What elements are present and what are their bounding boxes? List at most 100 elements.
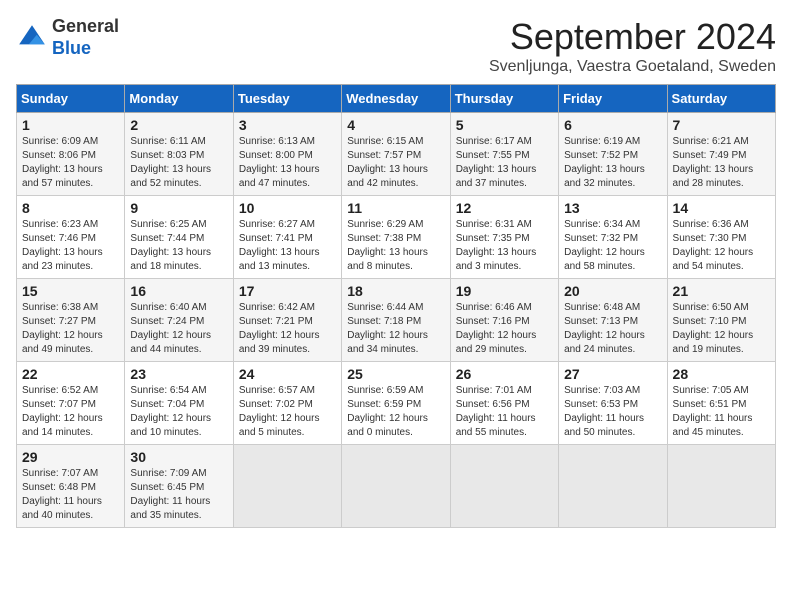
calendar-cell (233, 445, 341, 528)
day-info: Sunrise: 6:29 AM Sunset: 7:38 PM Dayligh… (347, 218, 444, 274)
sunset-label: Sunset: 7:21 PM (239, 316, 313, 327)
day-info: Sunrise: 7:05 AM Sunset: 6:51 PM Dayligh… (673, 384, 770, 440)
day-info: Sunrise: 7:01 AM Sunset: 6:56 PM Dayligh… (456, 384, 553, 440)
day-number: 18 (347, 283, 444, 299)
daylight-label: Daylight: 12 hours and 34 minutes. (347, 330, 428, 355)
sunset-label: Sunset: 7:04 PM (130, 399, 204, 410)
sunrise-label: Sunrise: 6:38 AM (22, 302, 98, 313)
day-info: Sunrise: 6:38 AM Sunset: 7:27 PM Dayligh… (22, 301, 119, 357)
sunset-label: Sunset: 7:32 PM (564, 233, 638, 244)
sunset-label: Sunset: 7:16 PM (456, 316, 530, 327)
day-number: 5 (456, 117, 553, 133)
sunset-label: Sunset: 6:51 PM (673, 399, 747, 410)
title-area: September 2024 Svenljunga, Vaestra Goeta… (489, 16, 776, 76)
sunset-label: Sunset: 7:10 PM (673, 316, 747, 327)
calendar-cell: 24 Sunrise: 6:57 AM Sunset: 7:02 PM Dayl… (233, 362, 341, 445)
day-number: 28 (673, 366, 770, 382)
daylight-label: Daylight: 13 hours and 37 minutes. (456, 164, 537, 189)
day-number: 29 (22, 449, 119, 465)
day-number: 27 (564, 366, 661, 382)
sunrise-label: Sunrise: 6:52 AM (22, 385, 98, 396)
day-number: 4 (347, 117, 444, 133)
calendar-cell: 20 Sunrise: 6:48 AM Sunset: 7:13 PM Dayl… (559, 279, 667, 362)
logo-text: General Blue (52, 16, 119, 59)
sunset-label: Sunset: 7:41 PM (239, 233, 313, 244)
calendar-table: SundayMondayTuesdayWednesdayThursdayFrid… (16, 84, 776, 528)
sunset-label: Sunset: 7:55 PM (456, 150, 530, 161)
calendar-body: 1 Sunrise: 6:09 AM Sunset: 8:06 PM Dayli… (17, 113, 776, 528)
day-number: 2 (130, 117, 227, 133)
daylight-label: Daylight: 12 hours and 44 minutes. (130, 330, 211, 355)
daylight-label: Daylight: 13 hours and 3 minutes. (456, 247, 537, 272)
calendar-cell: 23 Sunrise: 6:54 AM Sunset: 7:04 PM Dayl… (125, 362, 233, 445)
daylight-label: Daylight: 13 hours and 28 minutes. (673, 164, 754, 189)
daylight-label: Daylight: 12 hours and 58 minutes. (564, 247, 645, 272)
day-number: 20 (564, 283, 661, 299)
daylight-label: Daylight: 13 hours and 8 minutes. (347, 247, 428, 272)
calendar-cell: 9 Sunrise: 6:25 AM Sunset: 7:44 PM Dayli… (125, 196, 233, 279)
day-info: Sunrise: 6:19 AM Sunset: 7:52 PM Dayligh… (564, 135, 661, 191)
day-number: 9 (130, 200, 227, 216)
logo-icon (16, 22, 48, 54)
day-number: 12 (456, 200, 553, 216)
daylight-label: Daylight: 12 hours and 49 minutes. (22, 330, 103, 355)
logo: General Blue (16, 16, 119, 59)
daylight-label: Daylight: 11 hours and 40 minutes. (22, 496, 102, 521)
calendar-cell (559, 445, 667, 528)
weekday-header-monday: Monday (125, 85, 233, 113)
calendar-cell (450, 445, 558, 528)
weekday-header-friday: Friday (559, 85, 667, 113)
calendar-cell: 15 Sunrise: 6:38 AM Sunset: 7:27 PM Dayl… (17, 279, 125, 362)
day-number: 30 (130, 449, 227, 465)
calendar-week-3: 15 Sunrise: 6:38 AM Sunset: 7:27 PM Dayl… (17, 279, 776, 362)
daylight-label: Daylight: 11 hours and 55 minutes. (456, 413, 536, 438)
daylight-label: Daylight: 13 hours and 42 minutes. (347, 164, 428, 189)
sunset-label: Sunset: 6:56 PM (456, 399, 530, 410)
day-number: 19 (456, 283, 553, 299)
calendar-week-5: 29 Sunrise: 7:07 AM Sunset: 6:48 PM Dayl… (17, 445, 776, 528)
sunrise-label: Sunrise: 7:03 AM (564, 385, 640, 396)
calendar-cell: 7 Sunrise: 6:21 AM Sunset: 7:49 PM Dayli… (667, 113, 775, 196)
day-number: 8 (22, 200, 119, 216)
sunset-label: Sunset: 6:45 PM (130, 482, 204, 493)
sunrise-label: Sunrise: 6:46 AM (456, 302, 532, 313)
calendar-cell: 22 Sunrise: 6:52 AM Sunset: 7:07 PM Dayl… (17, 362, 125, 445)
calendar-cell: 5 Sunrise: 6:17 AM Sunset: 7:55 PM Dayli… (450, 113, 558, 196)
calendar-cell: 28 Sunrise: 7:05 AM Sunset: 6:51 PM Dayl… (667, 362, 775, 445)
sunset-label: Sunset: 7:52 PM (564, 150, 638, 161)
calendar-cell: 4 Sunrise: 6:15 AM Sunset: 7:57 PM Dayli… (342, 113, 450, 196)
sunset-label: Sunset: 7:27 PM (22, 316, 96, 327)
day-number: 10 (239, 200, 336, 216)
sunrise-label: Sunrise: 6:25 AM (130, 219, 206, 230)
calendar-cell (667, 445, 775, 528)
calendar-cell: 26 Sunrise: 7:01 AM Sunset: 6:56 PM Dayl… (450, 362, 558, 445)
day-number: 23 (130, 366, 227, 382)
day-info: Sunrise: 6:13 AM Sunset: 8:00 PM Dayligh… (239, 135, 336, 191)
sunrise-label: Sunrise: 6:54 AM (130, 385, 206, 396)
location-title: Svenljunga, Vaestra Goetaland, Sweden (489, 58, 776, 76)
day-number: 14 (673, 200, 770, 216)
daylight-label: Daylight: 13 hours and 52 minutes. (130, 164, 211, 189)
sunset-label: Sunset: 6:53 PM (564, 399, 638, 410)
sunrise-label: Sunrise: 6:19 AM (564, 136, 640, 147)
sunrise-label: Sunrise: 6:59 AM (347, 385, 423, 396)
sunset-label: Sunset: 7:38 PM (347, 233, 421, 244)
daylight-label: Daylight: 13 hours and 57 minutes. (22, 164, 103, 189)
sunset-label: Sunset: 7:49 PM (673, 150, 747, 161)
sunrise-label: Sunrise: 6:36 AM (673, 219, 749, 230)
sunset-label: Sunset: 7:02 PM (239, 399, 313, 410)
weekday-header-sunday: Sunday (17, 85, 125, 113)
day-number: 6 (564, 117, 661, 133)
sunrise-label: Sunrise: 7:09 AM (130, 468, 206, 479)
daylight-label: Daylight: 12 hours and 39 minutes. (239, 330, 320, 355)
sunrise-label: Sunrise: 6:27 AM (239, 219, 315, 230)
daylight-label: Daylight: 12 hours and 19 minutes. (673, 330, 754, 355)
sunrise-label: Sunrise: 6:29 AM (347, 219, 423, 230)
daylight-label: Daylight: 13 hours and 32 minutes. (564, 164, 645, 189)
sunset-label: Sunset: 7:18 PM (347, 316, 421, 327)
day-info: Sunrise: 6:17 AM Sunset: 7:55 PM Dayligh… (456, 135, 553, 191)
day-info: Sunrise: 6:25 AM Sunset: 7:44 PM Dayligh… (130, 218, 227, 274)
day-info: Sunrise: 6:31 AM Sunset: 7:35 PM Dayligh… (456, 218, 553, 274)
day-info: Sunrise: 6:54 AM Sunset: 7:04 PM Dayligh… (130, 384, 227, 440)
sunrise-label: Sunrise: 6:44 AM (347, 302, 423, 313)
